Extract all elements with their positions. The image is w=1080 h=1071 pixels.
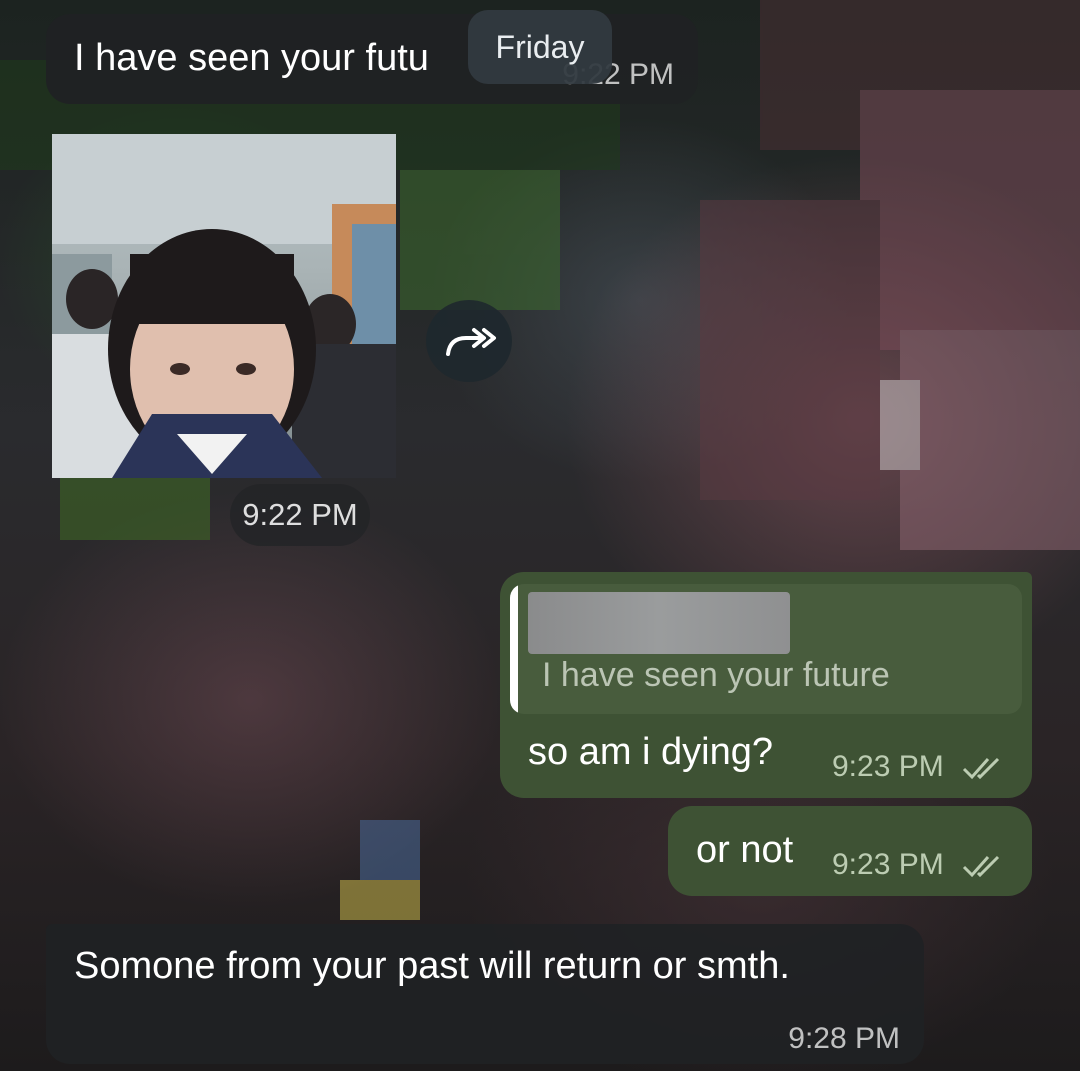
message-time: 9:23 PM [832, 750, 944, 783]
forward-arrow-icon [446, 328, 496, 356]
message-time-row: 9:23 PM [832, 848, 1006, 882]
reply-quoted-text: I have seen your future [542, 656, 890, 694]
message-bubble-outgoing[interactable]: I have seen your future so am i dying? 9… [500, 572, 1032, 798]
message-bubble-outgoing[interactable]: or not 9:23 PM [668, 806, 1032, 896]
double-check-icon [963, 856, 1000, 878]
forward-button[interactable] [426, 300, 512, 382]
message-time-row: 9:23 PM [832, 750, 1006, 784]
message-text: or not [696, 829, 794, 871]
date-separator: Friday [468, 10, 612, 84]
photo-time: 9:22 PM [230, 484, 370, 546]
message-text: Somone from your past will return or smt… [74, 945, 790, 987]
message-text: I have seen your futu [74, 37, 429, 79]
message-time: 9:28 PM [788, 1022, 900, 1055]
double-check-icon [963, 758, 1000, 780]
message-text: so am i dying? [528, 731, 774, 773]
reply-sender-redacted [528, 592, 790, 654]
message-bubble-incoming[interactable]: Somone from your past will return or smt… [46, 924, 924, 1064]
photo-image [52, 134, 396, 478]
reply-bar [510, 584, 518, 714]
message-time: 9:23 PM [832, 848, 944, 881]
reply-preview[interactable]: I have seen your future [510, 584, 1022, 714]
message-photo[interactable] [52, 134, 396, 478]
